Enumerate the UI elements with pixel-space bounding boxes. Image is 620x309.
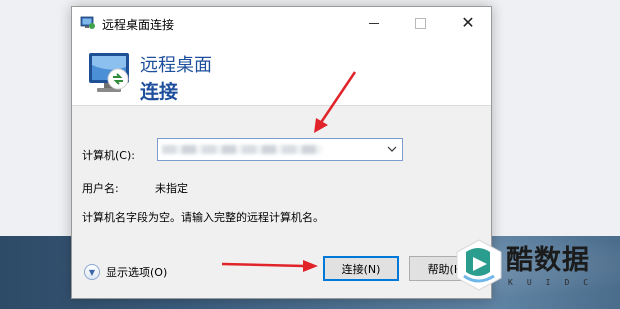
window-title: 远程桌面连接 bbox=[102, 18, 175, 32]
minimize-icon bbox=[369, 22, 379, 24]
computer-combobox[interactable] bbox=[157, 138, 403, 161]
empty-field-hint: 计算机名字段为空。请输入完整的远程计算机名。 bbox=[82, 211, 324, 224]
close-button[interactable]: ✕ bbox=[445, 7, 491, 39]
header-subtitle: 连接 bbox=[140, 81, 179, 103]
watermark: 酷数据 KUIDC bbox=[448, 234, 608, 300]
blurred-computer-text bbox=[162, 145, 322, 154]
close-icon: ✕ bbox=[461, 13, 475, 32]
user-label: 用户名: bbox=[82, 182, 119, 195]
maximize-icon bbox=[414, 17, 426, 29]
connect-button-label: 连接(N) bbox=[341, 262, 381, 276]
watermark-logo-icon bbox=[456, 239, 502, 291]
computer-dropdown-button[interactable] bbox=[385, 141, 399, 157]
maximize-button[interactable] bbox=[397, 7, 443, 39]
remote-desktop-dialog: 远程桌面连接 ✕ 远程桌面 连接 计算机(C): 用户名: 未指定 计算机名字段… bbox=[71, 6, 492, 299]
remote-desktop-icon bbox=[80, 16, 95, 29]
dialog-header: 远程桌面 连接 bbox=[72, 39, 491, 106]
watermark-subtext: KUIDC bbox=[508, 278, 603, 287]
show-options-button[interactable]: ▼ 显示选项(O) bbox=[84, 264, 167, 280]
connect-button[interactable]: 连接(N) bbox=[323, 256, 399, 281]
options-chevron-icon: ▼ bbox=[84, 264, 100, 280]
chevron-down-icon bbox=[387, 146, 397, 152]
minimize-button[interactable] bbox=[351, 7, 397, 39]
header-title: 远程桌面 bbox=[140, 55, 212, 76]
remote-desktop-logo-icon bbox=[89, 53, 129, 92]
user-value: 未指定 bbox=[155, 182, 188, 195]
computer-label: 计算机(C): bbox=[82, 149, 135, 162]
watermark-text: 酷数据 bbox=[506, 245, 590, 276]
show-options-label: 显示选项(O) bbox=[106, 266, 168, 279]
title-bar[interactable]: 远程桌面连接 ✕ bbox=[72, 7, 491, 39]
